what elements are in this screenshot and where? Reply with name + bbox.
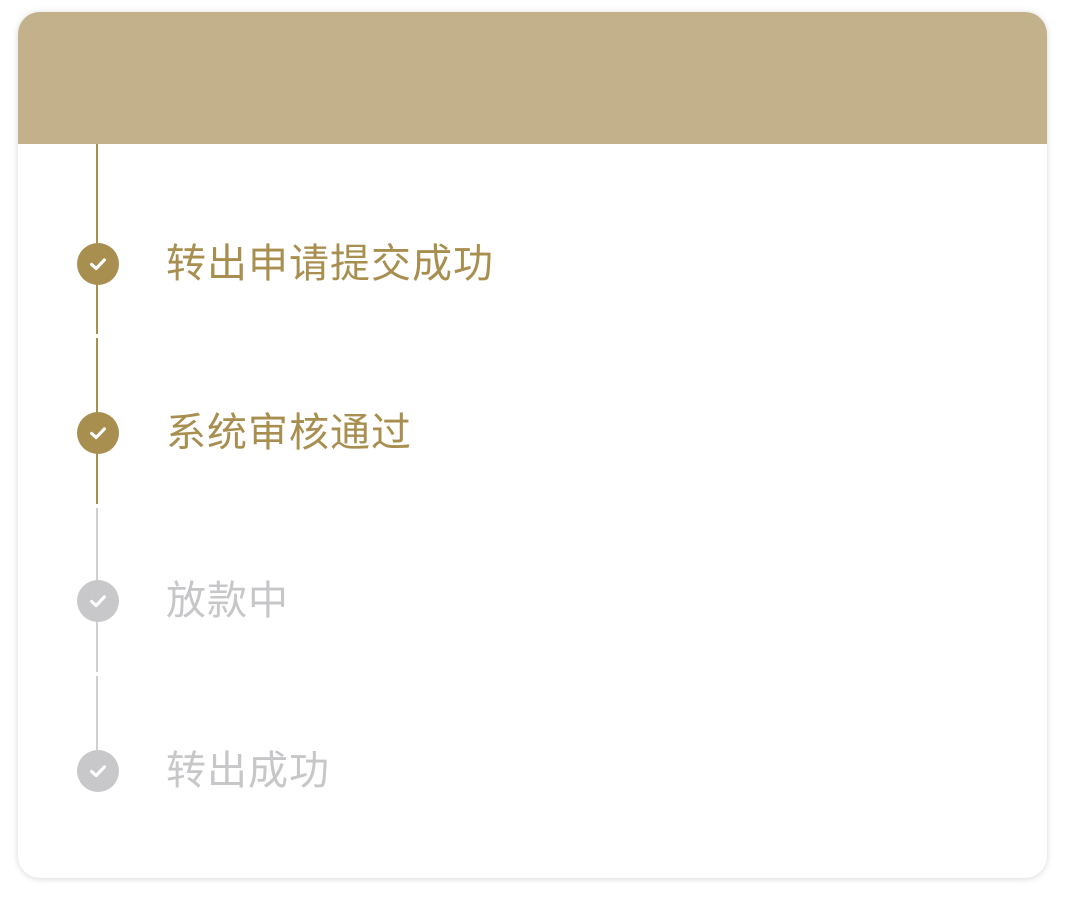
timeline-step-disbursing: 放款中	[18, 571, 1047, 631]
card-header	[18, 12, 1047, 144]
check-circle-icon	[77, 412, 119, 454]
step-label: 转出成功	[166, 748, 330, 794]
progress-timeline: 转出申请提交成功 系统审核通过 放款中 转出成功	[18, 144, 1047, 878]
check-circle-icon	[77, 750, 119, 792]
step-label: 放款中	[166, 578, 289, 624]
timeline-step-transfer-success: 转出成功	[18, 741, 1047, 801]
step-label: 转出申请提交成功	[166, 241, 494, 287]
check-circle-icon	[77, 243, 119, 285]
timeline-step-submitted: 转出申请提交成功	[18, 234, 1047, 294]
step-label: 系统审核通过	[166, 410, 412, 456]
timeline-step-review-passed: 系统审核通过	[18, 403, 1047, 463]
check-circle-icon	[77, 580, 119, 622]
progress-card: 转出申请提交成功 系统审核通过 放款中 转出成功	[18, 12, 1047, 878]
